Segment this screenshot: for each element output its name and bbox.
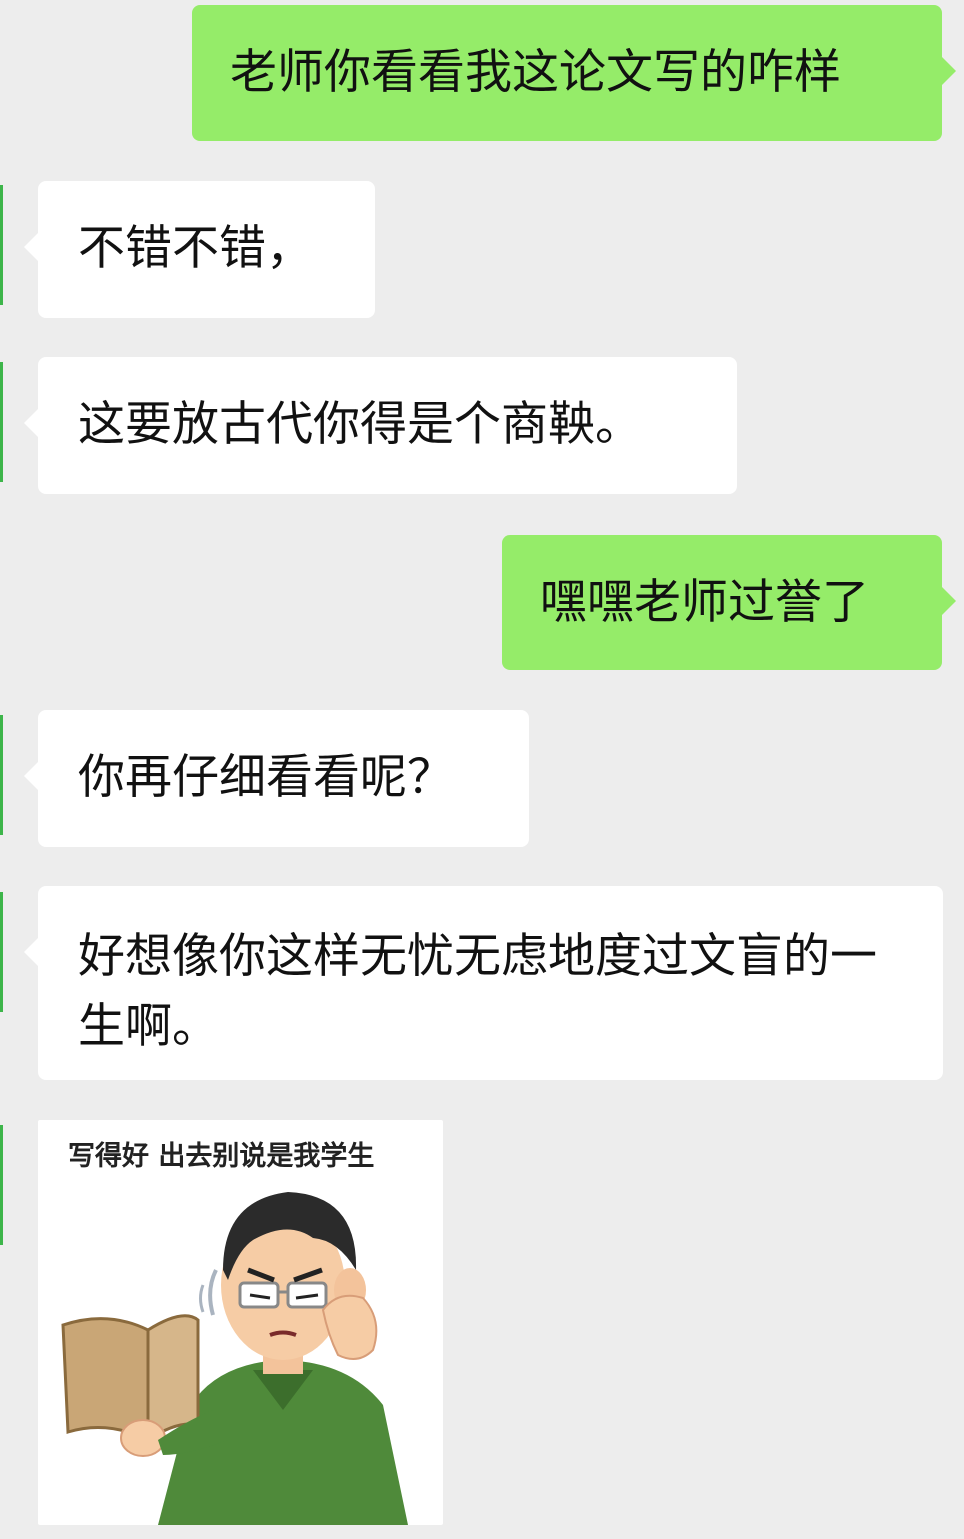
- edge-marker: [0, 1125, 3, 1245]
- edge-marker: [0, 715, 3, 835]
- message-text: 这要放古代你得是个商鞅。: [78, 397, 642, 452]
- message-text: 嘿嘿老师过誉了: [540, 575, 869, 630]
- edge-marker: [0, 362, 3, 482]
- edge-marker: [0, 185, 3, 305]
- incoming-message-bubble[interactable]: 不错不错，: [24, 181, 375, 318]
- message-text: 老师你看看我这论文写的咋样: [230, 45, 841, 100]
- incoming-message-bubble[interactable]: 这要放古代你得是个商鞅。: [24, 357, 737, 494]
- outgoing-message-bubble[interactable]: 老师你看看我这论文写的咋样: [192, 5, 956, 141]
- incoming-message-bubble[interactable]: 你再仔细看看呢？: [24, 710, 529, 847]
- edge-marker: [0, 892, 3, 1012]
- message-text: 好想像你这样无忧无虑地度过文盲的一生啊。: [78, 929, 877, 1054]
- teacher-reading-icon: [61, 1192, 408, 1525]
- outgoing-message-bubble[interactable]: 嘿嘿老师过誉了: [502, 535, 956, 670]
- message-text: 你再仔细看看呢？: [78, 750, 454, 805]
- incoming-message-bubble[interactable]: 好想像你这样无忧无虑地度过文盲的一生啊。: [24, 886, 943, 1080]
- message-text: 不错不错，: [78, 221, 313, 276]
- sticker-message[interactable]: 写得好 出去别说是我学生: [38, 1120, 443, 1525]
